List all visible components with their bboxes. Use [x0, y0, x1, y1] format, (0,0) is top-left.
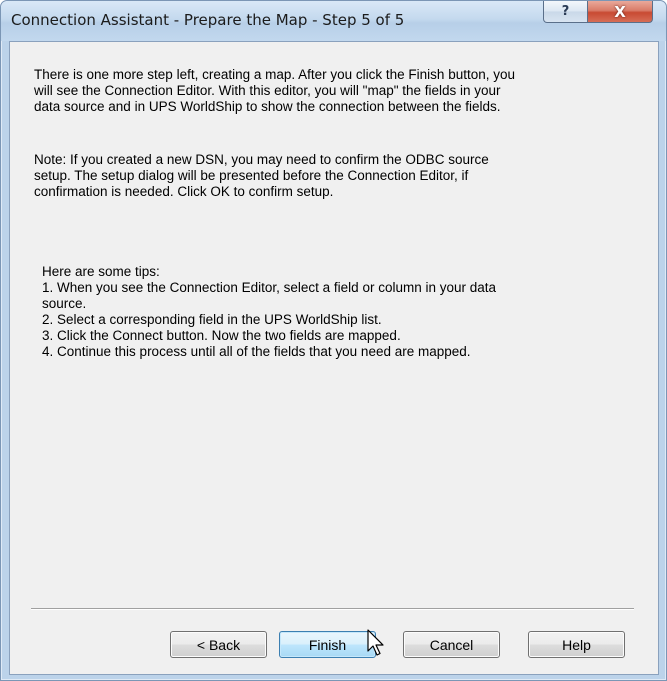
close-button[interactable]: X: [587, 1, 653, 23]
dialog-window: Connection Assistant - Prepare the Map -…: [0, 0, 667, 681]
intro-paragraph: There is one more step left, creating a …: [34, 67, 515, 114]
question-mark-icon: ?: [561, 4, 570, 19]
tip-item: 2. Select a corresponding field in the U…: [42, 312, 382, 327]
dialog-content: There is one more step left, creating a …: [9, 41, 659, 675]
tips-heading: Here are some tips:: [42, 264, 160, 279]
arrow-pointer-icon: [367, 629, 384, 656]
back-button[interactable]: < Back: [170, 631, 267, 658]
note-paragraph: Note: If you created a new DSN, you may …: [34, 152, 489, 199]
help-button[interactable]: Help: [528, 631, 625, 658]
tips-list: Here are some tips: 1. When you see the …: [42, 264, 602, 360]
cancel-button[interactable]: Cancel: [403, 631, 500, 658]
title-bar[interactable]: Connection Assistant - Prepare the Map -…: [1, 1, 666, 41]
tip-item: 4. Continue this process until all of th…: [42, 344, 471, 359]
help-icon-button[interactable]: ?: [543, 1, 588, 23]
window-title: Connection Assistant - Prepare the Map -…: [11, 11, 405, 29]
tip-item: 1. When you see the Connection Editor, s…: [42, 280, 497, 311]
tip-item: 3. Click the Connect button. Now the two…: [42, 328, 401, 343]
close-icon: X: [614, 2, 626, 21]
separator-line: [31, 608, 634, 610]
finish-button[interactable]: Finish: [279, 631, 376, 658]
